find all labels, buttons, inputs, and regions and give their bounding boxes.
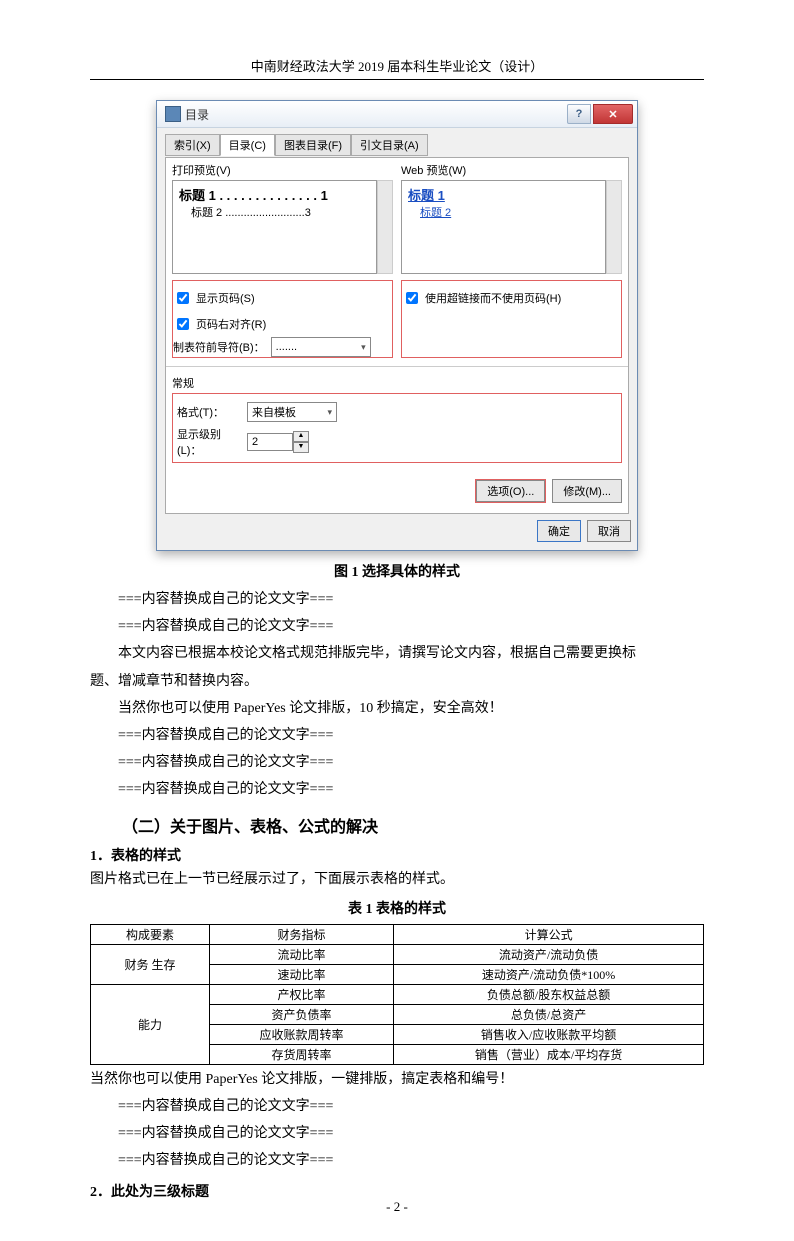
- table-header: 构成要素: [91, 924, 210, 944]
- web-preview-box: 标题 1 标题 2: [401, 180, 606, 274]
- options-button[interactable]: 选项(O)...: [476, 480, 545, 502]
- leader-combo[interactable]: .......: [271, 337, 371, 357]
- table-cell: 存货周转率: [209, 1044, 393, 1064]
- spin-down-icon[interactable]: ▼: [293, 442, 309, 453]
- table-cell: 产权比率: [209, 984, 393, 1004]
- checkbox-use-hyperlinks[interactable]: [406, 292, 418, 304]
- print-preview-box: 标题 1 . . . . . . . . . . . . . . 1 标题 2 …: [172, 180, 377, 274]
- page-number: - 2 -: [0, 1199, 794, 1215]
- table-cell: 总负债/总资产: [394, 1004, 704, 1024]
- tab-index[interactable]: 索引(X): [165, 134, 220, 156]
- paragraph: ===内容替换成自己的论文文字===: [90, 750, 704, 775]
- style-table: 构成要素 财务指标 计算公式 财务 生存 流动比率 流动资产/流动负债 速动比率…: [90, 924, 704, 1065]
- table-cell: 应收账款周转率: [209, 1024, 393, 1044]
- table-header: 计算公式: [394, 924, 704, 944]
- paragraph: ===内容替换成自己的论文文字===: [90, 1148, 704, 1173]
- paragraph: 图片格式已在上一节已经展示过了，下面展示表格的样式。: [90, 867, 704, 892]
- table-cell: 流动比率: [209, 944, 393, 964]
- chk-label-hyperlink: 使用超链接而不使用页码(H): [425, 290, 561, 306]
- paragraph: ===内容替换成自己的论文文字===: [90, 723, 704, 748]
- table-cell: 速动资产/流动负债*100%: [394, 964, 704, 984]
- table-cell: 能力: [91, 984, 210, 1064]
- heading-3: 1．表格的样式: [90, 845, 704, 865]
- tab-citations[interactable]: 引文目录(A): [351, 134, 428, 156]
- table-cell: 财务 生存: [91, 944, 210, 984]
- table-cell: 速动比率: [209, 964, 393, 984]
- toc-dialog: 目录 ? ✕ 索引(X) 目录(C) 图表目录(F) 引文目录(A) 打印预览(…: [156, 100, 638, 551]
- chk-label-align: 页码右对齐(R): [196, 316, 266, 332]
- preview-h2-page: 3: [305, 207, 311, 219]
- table-cell: 负债总额/股东权益总额: [394, 984, 704, 1004]
- web-preview-h1: 标题 1: [408, 185, 599, 204]
- preview-h1-page: 1: [321, 188, 328, 203]
- scrollbar-icon[interactable]: [377, 180, 393, 274]
- paragraph: ===内容替换成自己的论文文字===: [90, 777, 704, 802]
- table-header: 财务指标: [209, 924, 393, 944]
- modify-button[interactable]: 修改(M)...: [552, 479, 622, 503]
- table-row: 能力 产权比率 负债总额/股东权益总额: [91, 984, 704, 1004]
- levels-input[interactable]: [247, 433, 293, 451]
- dialog-tabs: 索引(X) 目录(C) 图表目录(F) 引文目录(A): [165, 134, 629, 156]
- paragraph: 本文内容已根据本校论文格式规范排版完毕，请撰写论文内容，根据自己需要更换标: [90, 641, 704, 666]
- paragraph: 当然你也可以使用 PaperYes 论文排版，10 秒搞定，安全高效！: [90, 696, 704, 721]
- tab-toc[interactable]: 目录(C): [220, 134, 275, 156]
- table-cell: 销售收入/应收账款平均额: [394, 1024, 704, 1044]
- dialog-icon: [165, 106, 181, 122]
- preview-h1: 标题 1: [179, 188, 216, 203]
- figure-caption: 图 1 选择具体的样式: [90, 561, 704, 581]
- cancel-button[interactable]: 取消: [587, 520, 631, 542]
- dialog-titlebar: 目录 ? ✕: [157, 101, 637, 128]
- dialog-title: 目录: [185, 106, 209, 123]
- heading-2: （二）关于图片、表格、公式的解决: [90, 813, 704, 837]
- general-legend: 常规: [172, 375, 194, 391]
- page-header: 中南财经政法大学 2019 届本科生毕业论文（设计）: [90, 56, 704, 80]
- tab-figures[interactable]: 图表目录(F): [275, 134, 351, 156]
- paragraph: 当然你也可以使用 PaperYes 论文排版，一键排版，搞定表格和编号！: [90, 1067, 704, 1092]
- table-cell: 资产负债率: [209, 1004, 393, 1024]
- leader-label: 制表符前导符(B)：: [173, 339, 265, 355]
- table-cell: 流动资产/流动负债: [394, 944, 704, 964]
- checkbox-right-align-page-numbers[interactable]: [177, 318, 189, 330]
- spin-up-icon[interactable]: ▲: [293, 431, 309, 442]
- preview-h2: 标题 2: [191, 207, 222, 219]
- paragraph: ===内容替换成自己的论文文字===: [90, 1094, 704, 1119]
- close-button[interactable]: ✕: [593, 104, 633, 124]
- help-button[interactable]: ?: [567, 104, 591, 124]
- web-preview-label: Web 预览(W): [401, 162, 622, 178]
- format-label: 格式(T)：: [177, 404, 241, 420]
- ok-button[interactable]: 确定: [537, 520, 581, 542]
- show-levels-label: 显示级别(L)：: [177, 426, 241, 458]
- paragraph: 题、增减章节和替换内容。: [90, 669, 704, 694]
- paragraph: ===内容替换成自己的论文文字===: [90, 587, 704, 612]
- web-preview-h2: 标题 2: [420, 204, 599, 220]
- format-combo[interactable]: 来自模板: [247, 402, 337, 422]
- checkbox-show-page-numbers[interactable]: [177, 292, 189, 304]
- paragraph: ===内容替换成自己的论文文字===: [90, 614, 704, 639]
- paragraph: ===内容替换成自己的论文文字===: [90, 1121, 704, 1146]
- table-cell: 销售（营业）成本/平均存货: [394, 1044, 704, 1064]
- table-row: 财务 生存 流动比率 流动资产/流动负债: [91, 944, 704, 964]
- chk-label-pagenum: 显示页码(S): [196, 290, 255, 306]
- table-caption: 表 1 表格的样式: [90, 898, 704, 918]
- heading-3: 2．此处为三级标题: [90, 1181, 704, 1201]
- print-preview-label: 打印预览(V): [172, 162, 393, 178]
- scrollbar-icon[interactable]: [606, 180, 622, 274]
